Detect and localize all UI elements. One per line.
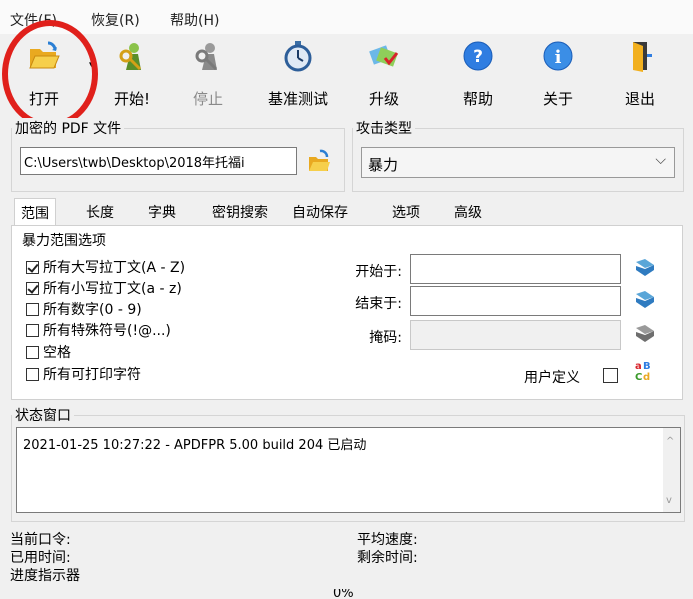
tab-dictionary[interactable]: 字典	[142, 198, 182, 226]
start-from-input[interactable]	[410, 254, 621, 284]
highlight-circle	[2, 20, 98, 128]
digits-label: 所有数字(0 - 9)	[43, 302, 142, 318]
uppercase-checkbox[interactable]: 所有大写拉丁文(A - Z)	[26, 257, 185, 277]
scroll-down-icon[interactable]: v	[666, 495, 672, 506]
printable-label: 所有可打印字符	[43, 367, 141, 383]
start-select-icon[interactable]	[634, 258, 656, 278]
end-at-input[interactable]	[410, 286, 621, 316]
checkbox-icon	[26, 368, 39, 381]
status-log-line: 2021-01-25 10:27:22 - APDFPR 5.00 build …	[23, 438, 367, 453]
space-checkbox[interactable]: 空格	[26, 342, 71, 362]
mask-input[interactable]	[410, 320, 621, 350]
start-from-label: 开始于:	[355, 264, 402, 280]
space-label: 空格	[43, 345, 71, 361]
svg-text:?: ?	[473, 47, 483, 67]
svg-text:C: C	[635, 372, 642, 382]
open-file-icon[interactable]	[306, 148, 332, 174]
about-button[interactable]: i 关于	[520, 36, 596, 110]
current-password-label: 当前口令:	[10, 532, 71, 548]
upgrade-button[interactable]: 升级	[346, 36, 422, 110]
checkbox-icon	[26, 303, 39, 316]
status-window-title: 状态窗口	[12, 405, 74, 425]
chevron-down-icon: ⌵	[655, 152, 666, 168]
help-button[interactable]: ? 帮助	[440, 36, 516, 110]
benchmark-button-label: 基准测试	[267, 90, 328, 108]
exit-button-label: 退出	[624, 90, 655, 108]
benchmark-button[interactable]: 基准测试	[260, 36, 336, 110]
about-button-label: 关于	[542, 90, 573, 108]
start-button-label: 开始!	[113, 90, 150, 108]
exit-button[interactable]: 退出	[602, 36, 678, 110]
tab-key-search[interactable]: 密钥搜索	[206, 198, 274, 226]
digits-checkbox[interactable]: 所有数字(0 - 9)	[26, 299, 142, 319]
progress-percent: 0%	[333, 589, 354, 599]
lowercase-checkbox[interactable]: 所有小写拉丁文(a - z)	[26, 278, 182, 298]
svg-text:B: B	[643, 361, 651, 372]
key-man-icon	[119, 43, 142, 71]
menu-help[interactable]: 帮助(H)	[170, 10, 219, 30]
pdf-file-group-title: 加密的 PDF 文件	[12, 118, 125, 138]
status-log[interactable]: 2021-01-25 10:27:22 - APDFPR 5.00 build …	[16, 427, 681, 513]
svg-text:d: d	[643, 372, 650, 382]
end-at-label: 结束于:	[355, 296, 402, 312]
user-defined-label: 用户定义	[524, 370, 580, 386]
svg-text:a: a	[635, 361, 642, 372]
remaining-time-label: 剩余时间:	[357, 550, 418, 566]
average-speed-label: 平均速度:	[357, 532, 418, 548]
file-path-input[interactable]: C:\Users\twb\Desktop\2018年托福i	[20, 147, 297, 175]
checkbox-icon	[26, 346, 39, 359]
mask-select-icon[interactable]	[634, 324, 656, 344]
exit-door-icon	[633, 42, 652, 72]
upgrade-icon	[369, 45, 399, 67]
charset-icon[interactable]: a B C d	[634, 358, 656, 382]
attack-type-value: 暴力	[368, 156, 399, 174]
progress-indicator-label: 进度指示器	[10, 568, 80, 584]
mask-label: 掩码:	[369, 330, 402, 346]
lowercase-label: 所有小写拉丁文(a - z)	[43, 281, 182, 297]
user-defined-checkbox[interactable]	[603, 368, 618, 383]
stop-button[interactable]: 停止	[170, 36, 246, 110]
end-select-icon[interactable]	[634, 290, 656, 310]
tab-advanced[interactable]: 高级	[448, 198, 488, 226]
start-button[interactable]: 开始!	[94, 36, 170, 110]
help-button-label: 帮助	[462, 90, 493, 108]
checkbox-icon	[26, 324, 39, 337]
checkbox-icon	[26, 261, 39, 274]
status-log-scrollbar[interactable]: ^ v	[663, 428, 680, 512]
attack-type-select[interactable]: 暴力 ⌵	[361, 147, 675, 178]
special-label: 所有特殊符号(!@...)	[43, 323, 171, 339]
upgrade-button-label: 升级	[368, 90, 399, 108]
attack-type-group-title: 攻击类型	[353, 118, 415, 138]
help-icon: ?	[463, 41, 493, 71]
uppercase-label: 所有大写拉丁文(A - Z)	[43, 260, 186, 276]
tab-options[interactable]: 选项	[386, 198, 426, 226]
stop-button-label: 停止	[192, 90, 223, 108]
tab-range[interactable]: 范围	[14, 198, 56, 226]
scroll-up-icon[interactable]: ^	[666, 436, 674, 447]
key-man-gray-icon	[195, 43, 218, 71]
tab-auto-save[interactable]: 自动保存	[286, 198, 354, 226]
printable-checkbox[interactable]: 所有可打印字符	[26, 364, 141, 384]
svg-text:i: i	[555, 47, 562, 68]
tab-length[interactable]: 长度	[80, 198, 120, 226]
elapsed-time-label: 已用时间:	[10, 550, 71, 566]
info-icon: i	[543, 41, 573, 71]
range-group-title: 暴力范围选项	[22, 233, 106, 249]
checkbox-icon	[26, 282, 39, 295]
special-checkbox[interactable]: 所有特殊符号(!@...)	[26, 320, 171, 340]
stopwatch-icon	[284, 41, 312, 72]
